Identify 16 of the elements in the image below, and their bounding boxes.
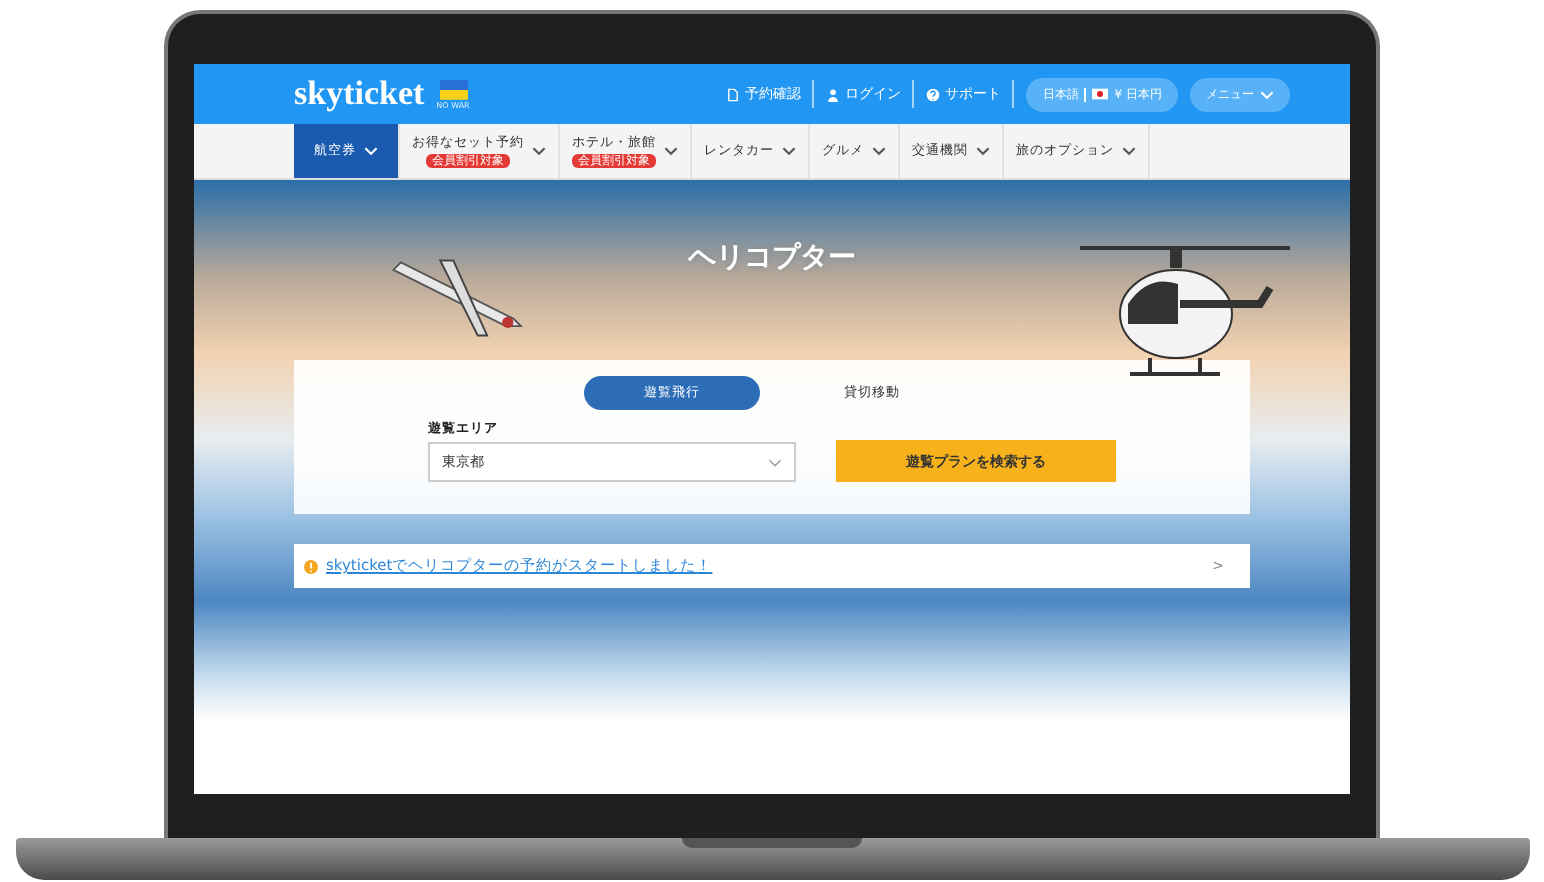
document-icon: [726, 87, 741, 101]
info-icon: [304, 559, 318, 573]
hero-title: ヘリコプター: [688, 240, 856, 276]
chevron-down-icon: [768, 457, 782, 467]
chevron-down-icon: [782, 146, 796, 156]
chevron-down-icon: [664, 146, 678, 156]
chevron-down-icon: [532, 146, 546, 156]
flag-icon: [439, 79, 467, 99]
help-icon: [926, 87, 941, 101]
chevron-down-icon: [1122, 146, 1136, 156]
chevron-down-icon: [364, 146, 378, 156]
chevron-down-icon: [976, 146, 990, 156]
chevron-down-icon: [1260, 89, 1274, 99]
japan-flag-icon: [1092, 88, 1109, 100]
person-icon: [826, 87, 841, 101]
chevron-down-icon: [872, 146, 886, 156]
